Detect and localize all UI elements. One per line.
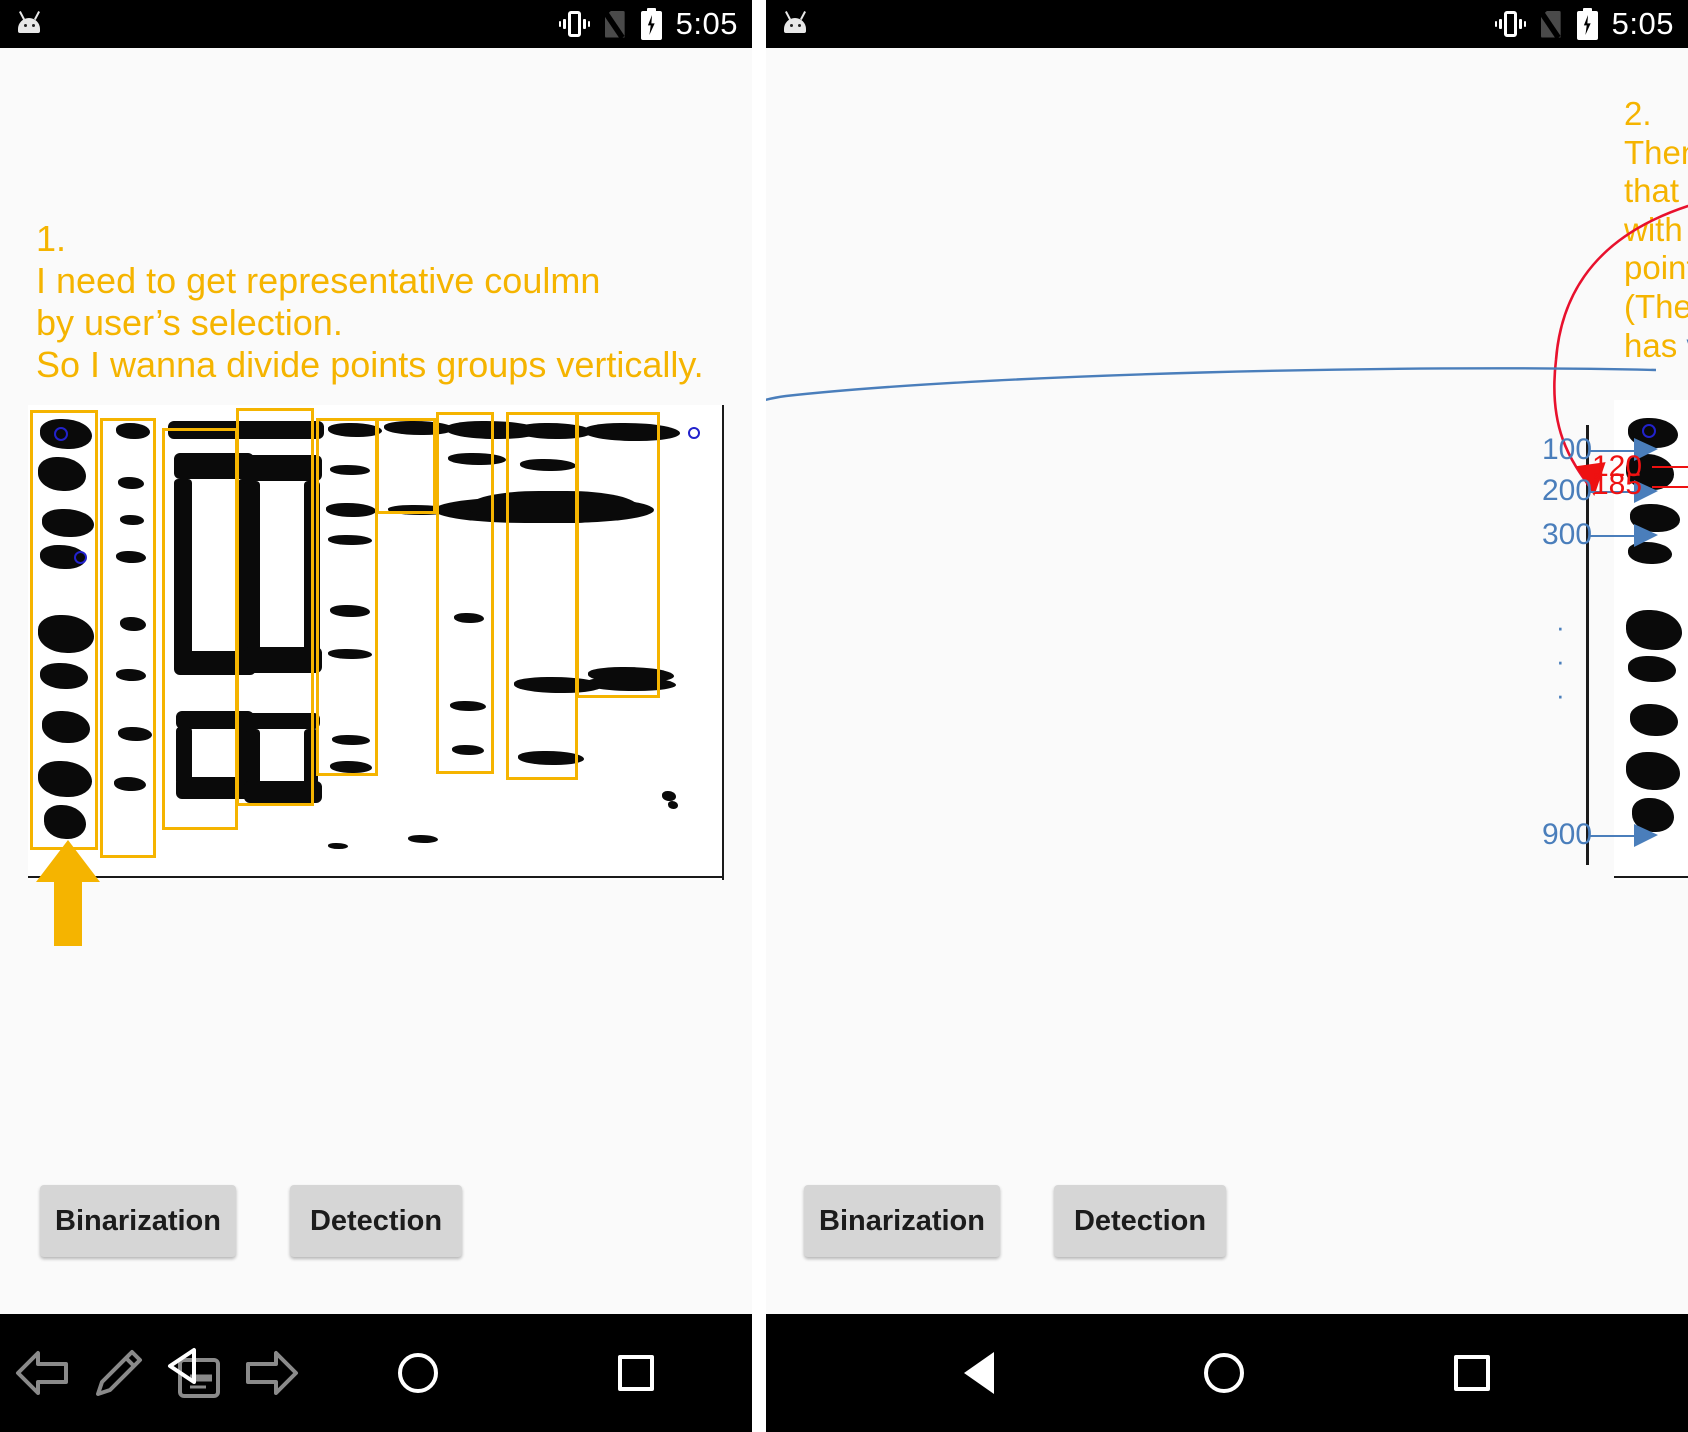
home-circle-icon[interactable] xyxy=(398,1353,438,1393)
dual-screenshot-container: 5:05 1. I need to get representative cou… xyxy=(0,0,1688,1432)
clipboard-back-icon[interactable] xyxy=(166,1344,224,1402)
selection-box[interactable] xyxy=(162,428,238,830)
selection-box[interactable] xyxy=(30,410,98,850)
home-circle-icon[interactable] xyxy=(1204,1353,1244,1393)
left-phone-screenshot: 5:05 1. I need to get representative cou… xyxy=(0,0,752,1432)
computed-label-185: 185 xyxy=(1592,468,1643,501)
note-1-number: 1. xyxy=(36,218,67,259)
vibrate-icon xyxy=(1494,8,1526,40)
note-1-line-1: I need to get representative coulmn xyxy=(36,260,601,302)
action-button-row-right: Binarization Detection xyxy=(766,1185,1688,1265)
selection-box[interactable] xyxy=(506,412,578,780)
no-sim-icon xyxy=(600,9,627,40)
battery-charging-icon xyxy=(1576,8,1598,40)
pointer-triangle-300 xyxy=(1634,524,1658,547)
selection-box[interactable] xyxy=(316,418,378,776)
note-1-line-3: So I wanna divide points groups vertical… xyxy=(36,344,704,386)
binarization-button[interactable]: Binarization xyxy=(804,1185,1000,1257)
status-bar-clock: 5:05 xyxy=(1611,6,1674,41)
status-bar-right: 5:05 xyxy=(766,0,1688,48)
ellipsis-vertical: · · · xyxy=(1556,612,1565,710)
annotation-note-1: 1. I need to get representative coulmn b… xyxy=(36,218,704,386)
selection-box[interactable] xyxy=(100,418,156,858)
note-2-number: 2. xyxy=(1624,95,1652,132)
android-logo-icon xyxy=(780,11,810,37)
selection-box[interactable] xyxy=(376,418,436,514)
detection-button[interactable]: Detection xyxy=(1054,1185,1226,1257)
recents-square-icon[interactable] xyxy=(1454,1355,1490,1391)
selection-box[interactable] xyxy=(236,408,314,806)
back-triangle-icon[interactable] xyxy=(964,1352,994,1394)
reference-label-200: 200 xyxy=(1542,474,1593,507)
reference-label-300: 300 xyxy=(1542,518,1593,551)
selection-box[interactable] xyxy=(576,412,660,698)
up-arrow-icon xyxy=(36,840,100,946)
detection-button[interactable]: Detection xyxy=(290,1185,462,1257)
note-1-line-2: by user’s selection. xyxy=(36,302,343,344)
navigation-bar-right xyxy=(766,1314,1688,1432)
status-bar-left: 5:05 xyxy=(0,0,752,48)
leader-line-120 xyxy=(1652,466,1688,468)
status-bar-clock: 5:05 xyxy=(675,6,738,41)
navigation-bar-left xyxy=(0,1314,752,1432)
battery-charging-icon xyxy=(640,8,662,40)
screenshot-divider xyxy=(752,0,766,1432)
reference-label-900: 900 xyxy=(1542,818,1593,851)
pencil-icon[interactable] xyxy=(90,1344,148,1402)
right-phone-screenshot: 5:05 2. Then I wanna get values that com… xyxy=(766,0,1688,1432)
android-logo-icon xyxy=(14,11,44,37)
back-arrow-icon[interactable] xyxy=(14,1344,72,1402)
blue-curved-arrow xyxy=(766,367,1657,402)
binarization-button[interactable]: Binarization xyxy=(40,1185,236,1257)
action-button-row-left: Binarization Detection xyxy=(0,1185,752,1265)
forward-arrow-icon[interactable] xyxy=(242,1344,300,1402)
selection-box[interactable] xyxy=(436,412,494,774)
recents-square-icon[interactable] xyxy=(618,1355,654,1391)
reference-label-100: 100 xyxy=(1542,433,1593,466)
pointer-triangle-900 xyxy=(1634,824,1658,847)
vibrate-icon xyxy=(558,8,590,40)
no-sim-icon xyxy=(1536,9,1563,40)
